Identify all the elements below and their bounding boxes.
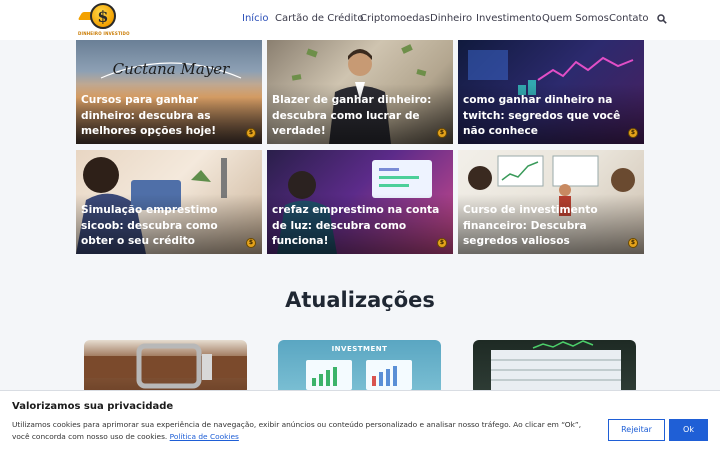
card-title[interactable]: Blazer de ganhar dinheiro: descubra como… — [272, 93, 443, 140]
card-image-text: Cuctana Mayer — [113, 60, 231, 78]
cookie-message: Utilizamos cookies para aprimorar sua ex… — [12, 420, 582, 441]
cookie-banner: Valorizamos sua privacidade Utilizamos c… — [0, 390, 720, 450]
reject-button[interactable]: Rejeitar — [608, 419, 665, 441]
card-title[interactable]: Curso de investimento financeiro: Descub… — [463, 203, 634, 250]
update-image — [306, 360, 412, 390]
site-badge-icon: $ — [437, 128, 447, 138]
ok-button[interactable]: Ok — [669, 419, 708, 441]
cookie-text: Utilizamos cookies para aprimorar sua ex… — [12, 419, 592, 443]
update-image — [84, 343, 247, 389]
site-logo[interactable]: $ DINHEIRO INVESTIDO — [77, 2, 130, 38]
article-card[interactable]: Simulação emprestimo sicoob: descubra co… — [76, 150, 262, 254]
card-title[interactable]: como ganhar dinheiro na twitch: segredos… — [463, 93, 634, 140]
nav-item-quem-somos[interactable]: Quem Somos — [542, 13, 609, 24]
card-title[interactable]: crefaz emprestimo na conta de luz: descu… — [272, 203, 443, 250]
article-card[interactable]: Curso de investimento financeiro: Descub… — [458, 150, 644, 254]
logo-text: DINHEIRO INVESTIDO — [78, 31, 130, 36]
site-badge-icon: $ — [628, 128, 638, 138]
logo-symbol: $ — [97, 7, 109, 26]
update-image — [491, 340, 621, 395]
card-image-art: Cuctana Mayer — [100, 60, 242, 79]
section-title: Atualizações — [285, 288, 435, 312]
site-badge-icon: $ — [246, 238, 256, 248]
article-card[interactable]: como ganhar dinheiro na twitch: segredos… — [458, 40, 644, 144]
site-header: $ DINHEIRO INVESTIDO Início Cartão de Cr… — [0, 0, 720, 40]
cookie-title: Valorizamos sua privacidade — [12, 401, 174, 412]
update-card[interactable]: INVESTMENT — [278, 340, 441, 395]
card-title[interactable]: Simulação emprestimo sicoob: descubra co… — [81, 203, 252, 250]
card-title[interactable]: Cursos para ganhar dinheiro: descubra as… — [81, 93, 252, 140]
search-icon[interactable] — [657, 14, 667, 24]
nav-item-criptomoedas[interactable]: Criptomoedas — [360, 13, 430, 24]
coin-icon: $ — [90, 3, 116, 29]
nav-item-investimento[interactable]: Investimento — [476, 13, 542, 24]
nav-item-contato[interactable]: Contato — [609, 13, 649, 24]
article-card[interactable]: Cuctana Mayer Cursos para ganhar dinheir… — [76, 40, 262, 144]
nav-item-inicio[interactable]: Início — [242, 13, 268, 24]
site-badge-icon: $ — [246, 128, 256, 138]
article-card[interactable]: crefaz emprestimo na conta de luz: descu… — [267, 150, 453, 254]
nav-item-dinheiro[interactable]: Dinheiro — [430, 13, 472, 24]
site-badge-icon: $ — [437, 238, 447, 248]
cookie-policy-link[interactable]: Política de Cookies — [170, 432, 239, 441]
site-badge-icon: $ — [628, 238, 638, 248]
update-card[interactable] — [84, 340, 247, 395]
nav-item-cartao-de-credito[interactable]: Cartão de Crédito — [275, 13, 363, 24]
update-card[interactable] — [473, 340, 636, 395]
article-card[interactable]: Blazer de ganhar dinheiro: descubra como… — [267, 40, 453, 144]
